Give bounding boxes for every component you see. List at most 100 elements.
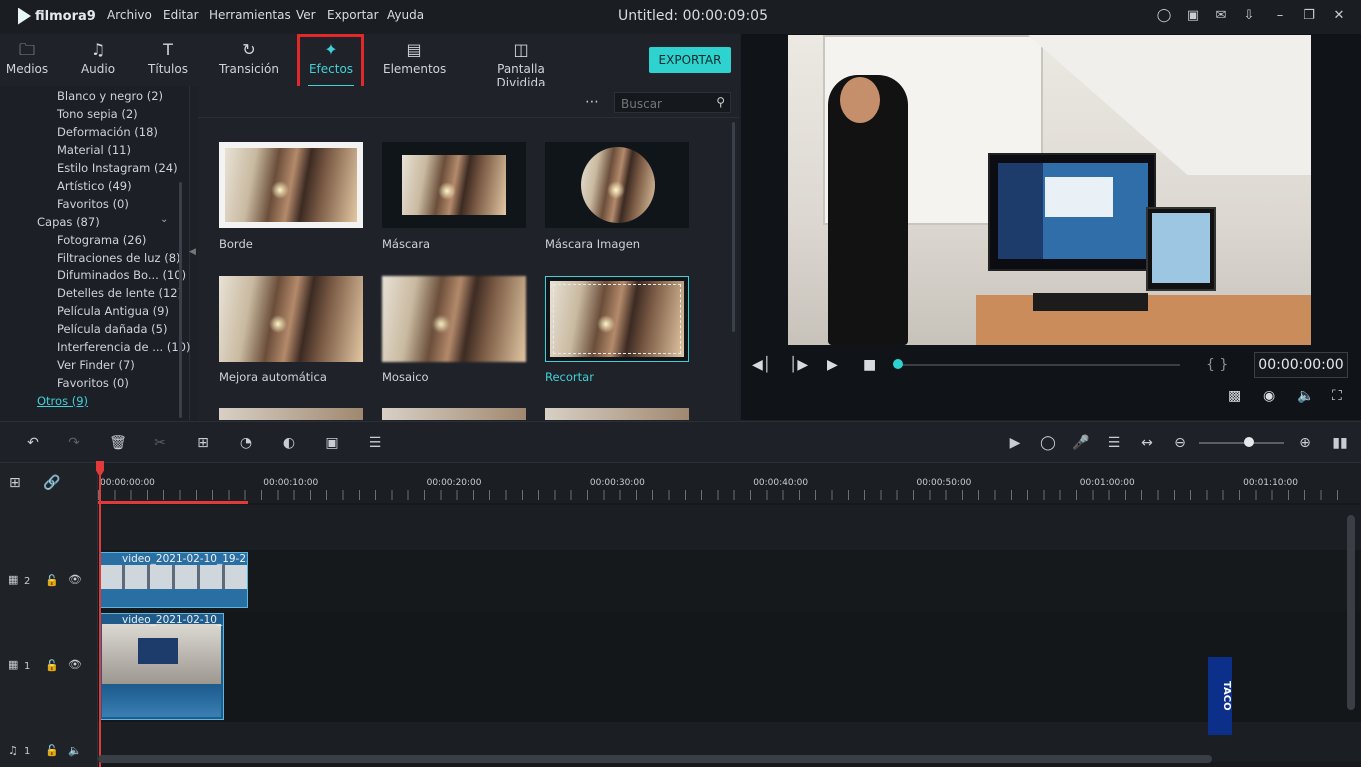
menu-herramientas[interactable]: Herramientas	[209, 8, 291, 22]
lock-icon[interactable]: 🔓	[45, 659, 59, 672]
video-clip[interactable]: video_2021-02-10_1	[99, 613, 224, 720]
play-icon[interactable]: ▶	[827, 357, 838, 373]
zoom-out-icon[interactable]: ⊖	[1171, 434, 1189, 452]
menu-ayuda[interactable]: Ayuda	[387, 8, 424, 22]
lock-icon[interactable]: 🔓	[45, 744, 59, 757]
mark-in-out[interactable]: { }	[1206, 357, 1228, 373]
step-forward-icon[interactable]: │▶	[789, 357, 808, 373]
category-item[interactable]: Película dañada (5)	[57, 322, 167, 336]
category-item[interactable]: Favoritos (0)	[57, 197, 129, 211]
search-icon[interactable]: ⚲	[716, 95, 725, 109]
category-item[interactable]: Estilo Instagram (24)	[57, 161, 178, 175]
effect-thumb-mascara-imagen[interactable]	[545, 142, 689, 228]
category-item[interactable]: Otros (9)	[37, 394, 88, 408]
export-button[interactable]: EXPORTAR	[649, 47, 731, 73]
save-icon[interactable]: ▣	[1185, 8, 1201, 24]
timeline-horizontal-scrollbar[interactable]	[98, 755, 1212, 763]
display-settings-icon[interactable]: ▩	[1228, 388, 1241, 404]
effect-thumb-mejora-automatica[interactable]	[219, 276, 363, 362]
effect-thumb-partial[interactable]	[545, 408, 689, 420]
timeline-vertical-scrollbar[interactable]	[1347, 515, 1355, 710]
category-scrollbar[interactable]	[179, 182, 182, 418]
color-icon[interactable]: ◐	[280, 434, 298, 452]
zoom-in-icon[interactable]: ⊕	[1296, 434, 1314, 452]
stop-icon[interactable]: ■	[863, 357, 876, 373]
add-track-icon[interactable]: ⊞	[9, 475, 21, 491]
effect-thumb-recortar[interactable]	[545, 276, 689, 362]
render-icon[interactable]: ▶	[1006, 434, 1024, 452]
playback-progress[interactable]	[898, 364, 1180, 366]
grid-view-icon[interactable]: ⋯	[585, 94, 599, 110]
redo-icon[interactable]: ↷	[65, 434, 83, 452]
category-item[interactable]: Interferencia de ... (10)	[57, 340, 190, 354]
cut-icon[interactable]: ✂	[151, 434, 169, 452]
document-title: Untitled: 00:00:09:05	[618, 8, 768, 24]
eye-icon[interactable]: 👁	[68, 573, 82, 586]
close-icon[interactable]: ✕	[1331, 8, 1347, 24]
category-item[interactable]: Ver Finder (7)	[57, 358, 135, 372]
menu-ver[interactable]: Ver	[296, 8, 316, 22]
person-head	[840, 77, 880, 123]
category-item[interactable]: Blanco y negro (2)	[57, 89, 163, 103]
video-clip[interactable]: video_2021-02-10_19-22	[99, 552, 248, 608]
zoom-slider[interactable]	[1199, 442, 1284, 444]
tab-pantalla-dividida[interactable]: ◫ Pantalla Dividida	[474, 40, 568, 90]
menu-exportar[interactable]: Exportar	[327, 8, 379, 22]
fullscreen-icon[interactable]: ⛶	[1332, 388, 1342, 404]
link-icon[interactable]: 🔗	[43, 475, 60, 491]
effect-thumb-mascara[interactable]	[382, 142, 526, 228]
microphone-icon[interactable]: 🎤	[1072, 434, 1090, 452]
maximize-icon[interactable]: ❐	[1301, 8, 1317, 24]
playback-handle[interactable]	[893, 359, 903, 369]
minimize-icon[interactable]: –	[1272, 8, 1288, 24]
tab-transicion[interactable]: ↻ Transición	[218, 40, 280, 84]
delete-icon[interactable]: 🗑	[109, 434, 127, 452]
effect-thumb-mosaico[interactable]	[382, 276, 526, 362]
crop-icon[interactable]: ⊞	[194, 434, 212, 452]
eye-icon[interactable]: 👁	[68, 658, 82, 671]
effect-thumb-borde[interactable]	[219, 142, 363, 228]
category-item[interactable]: Filtraciones de luz (8)	[57, 251, 181, 265]
playhead[interactable]	[99, 463, 101, 767]
grid-scrollbar[interactable]	[732, 122, 735, 332]
category-item[interactable]: Tono sepia (2)	[57, 107, 138, 121]
speaker-icon[interactable]: 🔈	[68, 744, 82, 757]
search-input[interactable]	[621, 97, 711, 111]
tab-medios[interactable]: 🗀 Medios	[4, 40, 50, 84]
panel-layout-icon[interactable]: ▮▮	[1331, 434, 1349, 452]
fit-timeline-icon[interactable]: ↔	[1138, 434, 1156, 452]
voiceover-icon[interactable]: ☰	[1105, 434, 1123, 452]
category-item[interactable]: Deformación (18)	[57, 125, 158, 139]
tab-audio[interactable]: ♫ Audio	[78, 40, 118, 84]
effect-thumb-partial[interactable]	[382, 408, 526, 420]
effect-thumb-partial[interactable]	[219, 408, 363, 420]
zoom-slider-handle[interactable]	[1244, 437, 1254, 447]
category-item[interactable]: Película Antigua (9)	[57, 304, 169, 318]
snapshot-icon[interactable]: ◉	[1263, 388, 1275, 404]
prev-frame-icon[interactable]: ◀│	[752, 357, 771, 373]
tab-elementos[interactable]: ▤ Elementos	[383, 40, 446, 84]
category-item[interactable]: Capas (87)	[37, 215, 100, 229]
tab-titulos[interactable]: T Títulos	[146, 40, 190, 84]
category-item[interactable]: Detelles de lente (12)	[57, 286, 182, 300]
category-item[interactable]: Favoritos (0)	[57, 376, 129, 390]
volume-icon[interactable]: 🔈	[1297, 388, 1314, 404]
undo-icon[interactable]: ↶	[24, 434, 42, 452]
search-field[interactable]: ⚲	[614, 92, 731, 113]
mail-icon[interactable]: ✉	[1213, 8, 1229, 24]
adjust-icon[interactable]: ☰	[366, 434, 384, 452]
green-screen-icon[interactable]: ▣	[323, 434, 341, 452]
category-item[interactable]: Artístico (49)	[57, 179, 132, 193]
category-item[interactable]: Difuminados Bo... (10)	[57, 268, 186, 282]
lock-icon[interactable]: 🔓	[45, 574, 59, 587]
category-item[interactable]: Fotograma (26)	[57, 233, 146, 247]
menu-editar[interactable]: Editar	[163, 8, 199, 22]
menu-archivo[interactable]: Archivo	[107, 8, 152, 22]
chevron-down-icon[interactable]: ⌄	[160, 214, 168, 225]
category-item[interactable]: Material (11)	[57, 143, 131, 157]
download-icon[interactable]: ⇩	[1241, 8, 1257, 24]
marker-icon[interactable]: ◯	[1039, 434, 1057, 452]
collapse-panel-icon[interactable]: ◀	[189, 247, 196, 257]
user-icon[interactable]: ◯	[1156, 8, 1172, 24]
speed-icon[interactable]: ◔	[237, 434, 255, 452]
